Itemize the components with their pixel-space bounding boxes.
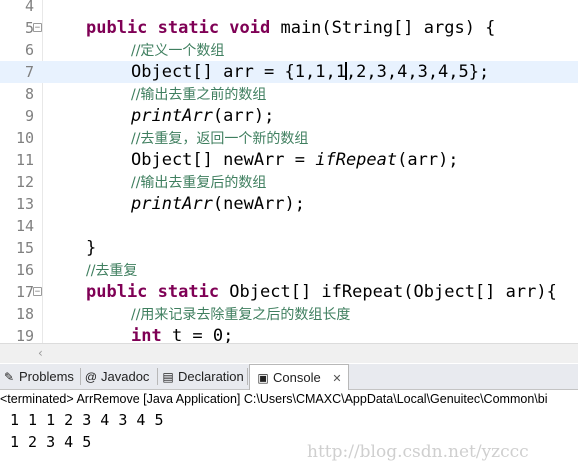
tab-problems[interactable]: ✎ Problems: [2, 364, 74, 389]
code-text: printArr(newArr);: [131, 193, 305, 215]
line-number: 6: [24, 41, 34, 59]
declaration-icon: ▤: [162, 370, 174, 384]
code-token: (arr);: [212, 106, 275, 126]
code-text: //输出去重复后的数组: [131, 171, 266, 194]
problems-icon: ✎: [3, 370, 15, 384]
line-number: 9: [24, 107, 34, 125]
tab-divider: [80, 368, 81, 385]
line-number: 8: [24, 85, 34, 103]
code-text: printArr(arr);: [131, 105, 274, 127]
code-line[interactable]: 13 printArr(newArr);: [0, 193, 578, 215]
code-token: (arr);: [397, 150, 459, 170]
code-line[interactable]: 16 //去重复: [0, 259, 578, 281]
code-line[interactable]: 10 //去重复，返回一个新的数组: [0, 127, 578, 149]
line-number: 16: [15, 261, 34, 279]
close-icon[interactable]: ✕: [332, 373, 341, 385]
line-number: 5: [24, 19, 34, 37]
fold-toggle-icon[interactable]: −: [33, 287, 42, 297]
code-text: public static Object[] ifRepeat(Object[]…: [86, 281, 557, 303]
comment: //输出去重之前的数组: [131, 87, 267, 103]
console-output-line: 1 2 3 4 5: [10, 433, 92, 451]
line-number: 14: [15, 217, 34, 235]
code-text: //用来记录去除重复之后的数组长度: [131, 303, 350, 326]
comment: //用来记录去除重复之后的数组长度: [131, 307, 351, 323]
code-line[interactable]: 19 int t = 0;: [0, 325, 578, 343]
method-call: printArr: [131, 194, 213, 214]
code-token: Object[] ifRepeat(Object[] arr){: [219, 282, 557, 302]
method-call: printArr: [131, 106, 213, 126]
tab-declaration-label: Declaration: [178, 369, 244, 384]
code-line[interactable]: 9 printArr(arr);: [0, 105, 578, 127]
tab-javadoc[interactable]: @ Javadoc: [84, 364, 150, 389]
code-text: int t = 0;: [131, 325, 233, 343]
code-token: t = 0;: [161, 326, 234, 343]
code-line[interactable]: 7 Object[] arr = {1,1,1,2,3,4,3,4,5};: [0, 61, 578, 83]
code-line[interactable]: 8 //输出去重之前的数组: [0, 83, 578, 105]
comment: //去重复: [86, 263, 138, 279]
code-line[interactable]: 15}: [0, 237, 578, 259]
line-number: 12: [15, 173, 34, 191]
code-text: //输出去重之前的数组: [131, 83, 266, 106]
keyword: int: [131, 326, 162, 343]
scroll-left-icon[interactable]: ‹: [38, 346, 43, 360]
line-number: 17: [15, 283, 34, 301]
console-icon: ▣: [257, 371, 269, 385]
comment: //输出去重复后的数组: [131, 175, 267, 191]
javadoc-icon: @: [84, 370, 98, 384]
line-number: 11: [15, 151, 34, 169]
code-text: //定义一个数组: [131, 39, 224, 62]
line-number: 15: [15, 239, 34, 257]
code-line[interactable]: 12 //输出去重复后的数组: [0, 171, 578, 193]
line-number: 13: [15, 195, 34, 213]
tab-divider: [157, 368, 158, 385]
comment: //定义一个数组: [131, 43, 225, 59]
code-token: }: [86, 238, 97, 258]
code-line[interactable]: 11 Object[] newArr = ifRepeat(arr);: [0, 149, 578, 171]
line-number: 18: [15, 305, 34, 323]
horizontal-scrollbar[interactable]: ‹: [0, 343, 578, 363]
line-number: 19: [15, 327, 34, 343]
code-line[interactable]: 17− public static Object[] ifRepeat(Objec…: [0, 281, 578, 303]
code-text: Object[] newArr = ifRepeat(arr);: [131, 149, 459, 171]
comment: //去重复，返回一个新的数组: [131, 131, 309, 147]
line-number: 7: [24, 63, 34, 81]
code-token: Object[] arr = {1,1,1: [131, 62, 346, 82]
tab-console[interactable]: ▣ Console ✕: [249, 364, 349, 390]
console-status: <terminated> ArrRemove [Java Application…: [0, 392, 548, 406]
code-line[interactable]: 14: [0, 215, 578, 237]
code-token: ,2,3,4,3,4,5};: [345, 62, 490, 82]
code-text: //去重复，返回一个新的数组: [131, 127, 308, 150]
tab-divider: [247, 368, 248, 385]
watermark: http://blog.csdn.net/yzccc: [307, 442, 529, 462]
tab-console-label: Console: [273, 370, 321, 385]
keyword: public static void: [86, 18, 271, 38]
code-text: //去重复: [86, 259, 137, 282]
tab-problems-label: Problems: [19, 369, 74, 384]
code-token: Object[] newArr =: [131, 150, 316, 170]
code-token: main(String[] args) {: [270, 18, 496, 38]
code-line[interactable]: 6 //定义一个数组: [0, 39, 578, 61]
fold-toggle-icon[interactable]: −: [33, 23, 42, 33]
line-number: 4: [24, 0, 34, 15]
code-editor[interactable]: 4 5− public static void main(String[] args…: [0, 0, 578, 343]
tab-declaration[interactable]: ▤ Declaration: [161, 364, 244, 389]
tab-javadoc-label: Javadoc: [101, 369, 150, 384]
line-number: 10: [15, 129, 34, 147]
code-line[interactable]: 4: [0, 0, 578, 17]
code-text: }: [86, 237, 96, 259]
keyword: public static: [86, 282, 220, 302]
code-line[interactable]: 5− public static void main(String[] args)…: [0, 17, 578, 39]
view-tab-bar: ✎ Problems @ Javadoc ▤ Declaration ▣ Console…: [0, 364, 578, 390]
code-token: (newArr);: [212, 194, 306, 214]
code-text: Object[] arr = {1,1,1,2,3,4,3,4,5};: [131, 61, 489, 83]
console-output-line: 1 1 1 2 3 4 3 4 5: [10, 411, 164, 429]
code-text: public static void main(String[] args) {: [86, 17, 495, 39]
method-call: ifRepeat: [315, 150, 398, 170]
code-line[interactable]: 18 //用来记录去除重复之后的数组长度: [0, 303, 578, 325]
